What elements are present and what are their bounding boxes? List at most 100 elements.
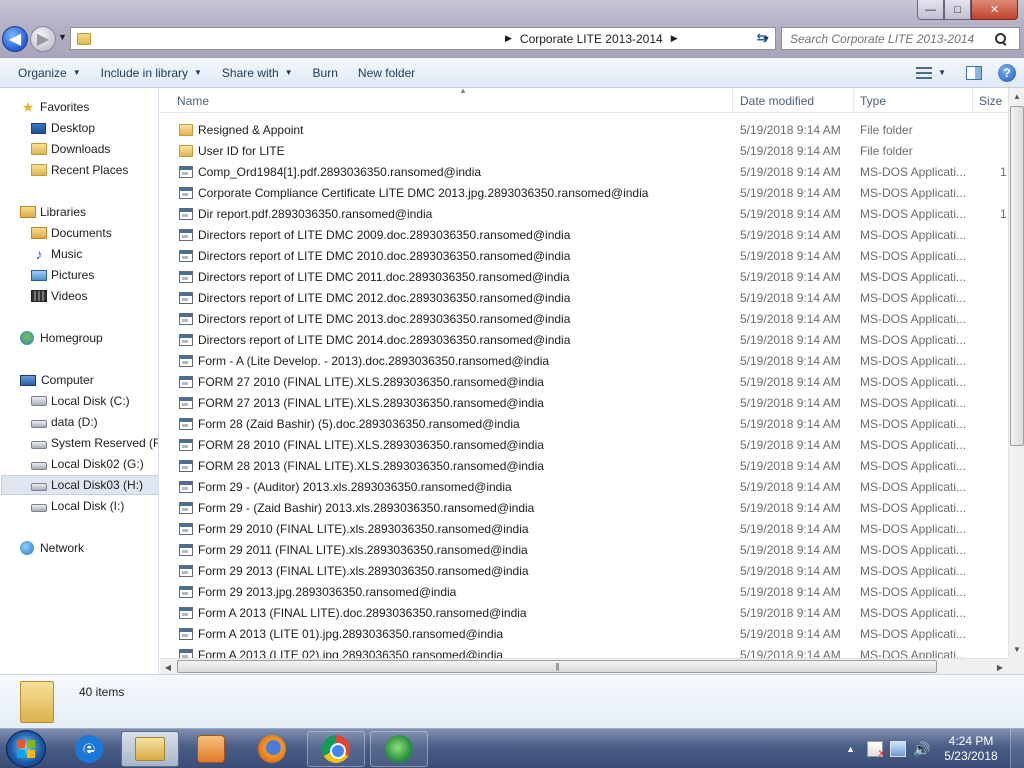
file-date-modified: 5/19/2018 9:14 AM — [740, 227, 841, 242]
nav-computer[interactable]: Computer — [20, 370, 94, 390]
taskbar-internet-explorer[interactable]: e — [60, 731, 118, 767]
file-row[interactable]: Directors report of LITE DMC 2014.doc.28… — [160, 329, 1008, 350]
maximize-button[interactable]: □ — [944, 0, 971, 20]
nav-drive-c[interactable]: Local Disk (C:) — [31, 391, 130, 411]
file-type: MS-DOS Applicati... — [860, 479, 967, 494]
file-row[interactable]: Directors report of LITE DMC 2010.doc.28… — [160, 245, 1008, 266]
nav-drive-d[interactable]: data (D:) — [31, 412, 98, 432]
nav-drive-f[interactable]: System Reserved (F:) — [31, 433, 158, 453]
column-header-type[interactable]: Type — [854, 88, 973, 113]
burn-button[interactable]: Burn — [303, 61, 348, 85]
preview-pane-icon[interactable] — [966, 65, 982, 80]
share-with-menu[interactable]: Share with ▼ — [212, 61, 303, 85]
nav-network[interactable]: Network — [20, 538, 84, 558]
file-row[interactable]: FORM 27 2013 (FINAL LITE).XLS.2893036350… — [160, 392, 1008, 413]
forward-button[interactable]: ▶ — [30, 26, 56, 52]
organize-menu[interactable]: Organize ▼ — [8, 61, 91, 85]
nav-downloads[interactable]: Downloads — [31, 139, 110, 159]
nav-drive-i[interactable]: Local Disk (I:) — [31, 496, 124, 516]
scroll-left-icon[interactable]: ◀ — [160, 659, 176, 675]
close-button[interactable]: ✕ — [971, 0, 1018, 20]
file-row[interactable]: Corporate Compliance Certificate LITE DM… — [160, 182, 1008, 203]
breadcrumb-separator[interactable]: ▶ — [505, 33, 512, 44]
horizontal-scroll-thumb[interactable]: ||| — [177, 660, 937, 673]
vertical-scroll-thumb[interactable] — [1010, 106, 1024, 446]
refresh-button[interactable]: ⇆ — [752, 28, 772, 48]
file-row[interactable]: Directors report of LITE DMC 2009.doc.28… — [160, 224, 1008, 245]
file-row[interactable]: FORM 27 2010 (FINAL LITE).XLS.2893036350… — [160, 371, 1008, 392]
file-row[interactable]: Form 29 - (Zaid Bashir) 2013.xls.2893036… — [160, 497, 1008, 518]
file-row[interactable]: Form 29 - (Auditor) 2013.xls.2893036350.… — [160, 476, 1008, 497]
show-desktop-button[interactable] — [1010, 729, 1024, 768]
nav-favorites[interactable]: ★ Favorites — [20, 97, 90, 117]
scroll-right-icon[interactable]: ▶ — [992, 659, 1008, 675]
views-dropdown-icon[interactable]: ▼ — [938, 68, 946, 77]
nav-drive-h[interactable]: Local Disk03 (H:) — [1, 475, 158, 495]
back-button[interactable]: ◀ — [2, 26, 28, 52]
search-box[interactable] — [781, 27, 1020, 50]
file-row[interactable]: FORM 28 2013 (FINAL LITE).XLS.2893036350… — [160, 455, 1008, 476]
file-row[interactable]: Resigned & Appoint 5/19/2018 9:14 AM File … — [160, 119, 1008, 140]
taskbar-media-player[interactable] — [182, 731, 240, 767]
file-row[interactable]: Comp_Ord1984[1].pdf.2893036350.ransomed@… — [160, 161, 1008, 182]
search-input[interactable] — [782, 31, 992, 46]
taskbar-windows-explorer[interactable] — [121, 731, 179, 767]
recent-pages-button[interactable]: ▼ — [58, 32, 67, 42]
nav-documents[interactable]: Documents — [31, 223, 112, 243]
file-row[interactable]: Form 29 2010 (FINAL LITE).xls.2893036350… — [160, 518, 1008, 539]
file-type: File folder — [860, 143, 913, 158]
file-row[interactable]: Form 28 (Zaid Bashir) (5).doc.2893036350… — [160, 413, 1008, 434]
nav-desktop[interactable]: Desktop — [31, 118, 95, 138]
nav-recent-places-label: Recent Places — [51, 163, 129, 177]
horizontal-scrollbar[interactable]: ◀ ||| ▶ — [160, 658, 1008, 674]
nav-recent-places[interactable]: Recent Places — [31, 160, 128, 180]
application-file-icon — [179, 207, 193, 220]
column-header-name[interactable]: Name ▲ — [171, 88, 733, 113]
file-row[interactable]: Form A 2013 (FINAL LITE).doc.2893036350.… — [160, 602, 1008, 623]
include-in-library-menu[interactable]: Include in library ▼ — [91, 61, 212, 85]
breadcrumb-separator-end[interactable]: ▶ — [671, 33, 678, 44]
file-row[interactable]: Form 29 2013 (FINAL LITE).xls.2893036350… — [160, 560, 1008, 581]
scroll-up-icon[interactable]: ▲ — [1009, 88, 1024, 105]
volume-icon[interactable]: 🔊 — [913, 741, 930, 757]
file-row[interactable]: Directors report of LITE DMC 2012.doc.28… — [160, 287, 1008, 308]
file-row[interactable]: User ID for LITE 5/19/2018 9:14 AM File fo… — [160, 140, 1008, 161]
start-button[interactable] — [6, 730, 46, 768]
file-row[interactable]: Form - A (Lite Develop. - 2013).doc.2893… — [160, 350, 1008, 371]
search-icon[interactable] — [994, 32, 1008, 46]
file-row[interactable]: Dir report.pdf.2893036350.ransomed@india… — [160, 203, 1008, 224]
nav-music[interactable]: ♪ Music — [31, 244, 83, 264]
nav-libraries[interactable]: Libraries — [20, 202, 86, 222]
application-file-icon — [179, 459, 193, 472]
action-center-flag-icon[interactable] — [867, 741, 886, 760]
clock[interactable]: 4:24 PM 5/23/2018 — [936, 734, 1006, 764]
file-row[interactable]: FORM 28 2010 (FINAL LITE).XLS.2893036350… — [160, 434, 1008, 455]
new-folder-button[interactable]: New folder — [348, 61, 425, 85]
address-redacted-path — [97, 31, 487, 46]
file-row[interactable]: Form A 2013 (LITE 01).jpg.2893036350.ran… — [160, 623, 1008, 644]
pictures-icon — [31, 269, 47, 281]
file-row[interactable]: Directors report of LITE DMC 2011.doc.28… — [160, 266, 1008, 287]
scroll-down-icon[interactable]: ▼ — [1009, 641, 1024, 658]
file-row[interactable]: Form 29 2013.jpg.2893036350.ransomed@ind… — [160, 581, 1008, 602]
nav-homegroup[interactable]: Homegroup — [20, 328, 103, 348]
address-bar[interactable]: ▶ Corporate LITE 2013-2014 ▶ ▼ — [70, 27, 776, 50]
file-type: MS-DOS Applicati... — [860, 626, 967, 641]
vertical-scrollbar[interactable]: ▲ ▼ — [1008, 88, 1024, 658]
show-hidden-icons-icon[interactable]: ▲ — [846, 744, 855, 754]
nav-drive-g[interactable]: Local Disk02 (G:) — [31, 454, 144, 474]
column-header-date-modified[interactable]: Date modified — [734, 88, 854, 113]
file-row[interactable]: Directors report of LITE DMC 2013.doc.28… — [160, 308, 1008, 329]
breadcrumb-current-folder[interactable]: Corporate LITE 2013-2014 — [520, 32, 663, 46]
taskbar-network-app[interactable] — [370, 731, 428, 767]
nav-pictures[interactable]: Pictures — [31, 265, 94, 285]
nav-videos[interactable]: Videos — [31, 286, 87, 306]
taskbar-chrome[interactable] — [307, 731, 365, 767]
nav-favorites-label: Favorites — [40, 100, 90, 114]
help-icon[interactable]: ? — [998, 63, 1016, 82]
views-icon[interactable] — [916, 66, 933, 79]
minimize-button[interactable]: — — [917, 0, 944, 20]
file-row[interactable]: Form 29 2011 (FINAL LITE).xls.2893036350… — [160, 539, 1008, 560]
taskbar-firefox[interactable] — [243, 731, 301, 767]
network-status-icon[interactable] — [890, 741, 906, 757]
